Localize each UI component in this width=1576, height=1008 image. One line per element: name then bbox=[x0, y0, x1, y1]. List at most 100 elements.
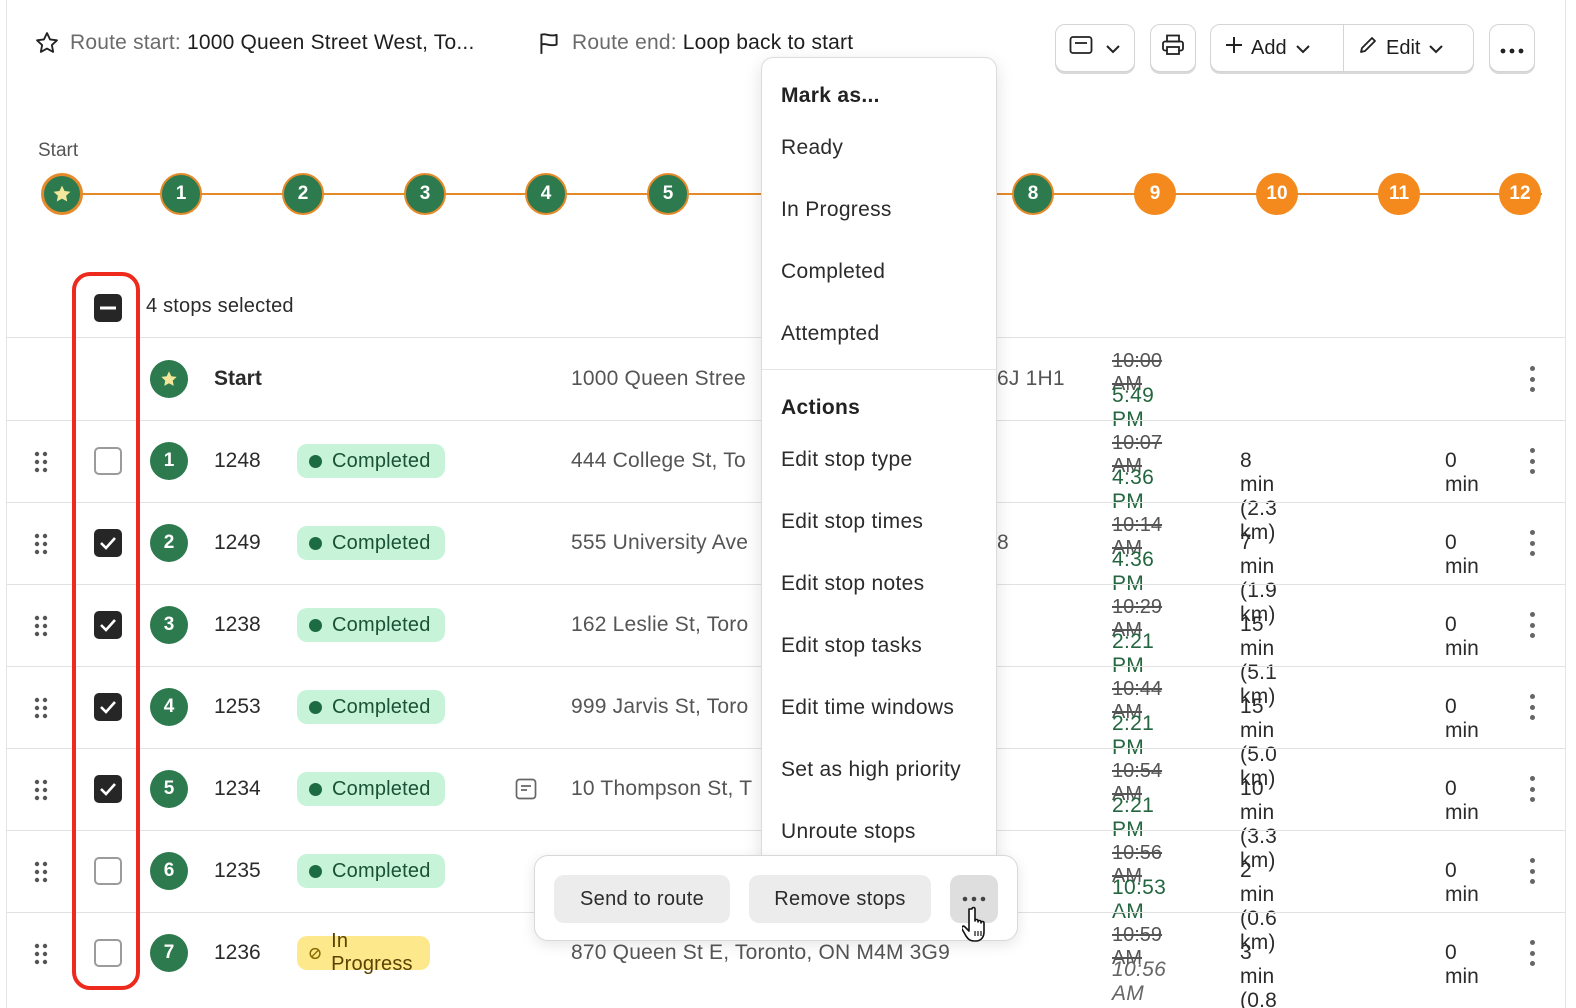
stepper-start-node[interactable] bbox=[41, 173, 83, 215]
route-end-label: Route end: bbox=[572, 31, 677, 54]
stepper-node[interactable]: 8 bbox=[1012, 173, 1054, 215]
drag-handle-icon[interactable] bbox=[34, 697, 48, 719]
print-button[interactable] bbox=[1150, 24, 1196, 72]
edit-button[interactable]: Edit bbox=[1344, 25, 1458, 71]
stop-number: 2 bbox=[150, 524, 188, 562]
mark-ready[interactable]: Ready bbox=[781, 136, 843, 160]
select-all-checkbox[interactable] bbox=[94, 294, 122, 322]
actual-time: 2:21 PM bbox=[1112, 794, 1155, 841]
drag-handle-icon[interactable] bbox=[34, 861, 48, 883]
row-menu-icon[interactable] bbox=[1524, 694, 1540, 720]
edit-stop-notes[interactable]: Edit stop notes bbox=[781, 572, 924, 596]
check-icon bbox=[100, 701, 116, 714]
more-options-button[interactable] bbox=[1489, 24, 1535, 72]
stop-id: 1234 bbox=[214, 777, 261, 800]
more-horizontal-icon bbox=[962, 896, 986, 902]
stepper-node[interactable]: 12 bbox=[1499, 173, 1541, 215]
mark-as-heading: Mark as... bbox=[781, 84, 880, 107]
drag-handle-icon[interactable] bbox=[34, 779, 48, 801]
edit-time-windows[interactable]: Edit time windows bbox=[781, 696, 954, 720]
selection-count: 4 stops selected bbox=[146, 295, 294, 317]
service-time: 0 min bbox=[1445, 859, 1479, 906]
status-label: In Progress bbox=[331, 930, 413, 975]
row-checkbox[interactable] bbox=[94, 775, 122, 803]
remove-stops-button[interactable]: Remove stops bbox=[749, 875, 931, 923]
mail-icon bbox=[1069, 35, 1093, 61]
mark-completed[interactable]: Completed bbox=[781, 260, 885, 284]
stop-number: 5 bbox=[150, 770, 188, 808]
drag-handle-icon[interactable] bbox=[34, 615, 48, 637]
stepper-node[interactable]: 11 bbox=[1378, 173, 1420, 215]
row-checkbox[interactable] bbox=[94, 857, 122, 885]
row-menu-icon[interactable] bbox=[1524, 530, 1540, 556]
stop-address-tail: 8 bbox=[997, 531, 1009, 554]
status-dot-icon bbox=[309, 536, 322, 550]
row-menu-icon[interactable] bbox=[1524, 858, 1540, 884]
chevron-down-icon bbox=[1105, 37, 1121, 60]
unroute-stops[interactable]: Unroute stops bbox=[781, 820, 916, 844]
message-button[interactable] bbox=[1055, 24, 1135, 72]
actual-time: 5:49 PM bbox=[1112, 384, 1155, 431]
check-icon bbox=[100, 537, 116, 550]
service-time: 0 min bbox=[1445, 449, 1479, 496]
edit-stop-type[interactable]: Edit stop type bbox=[781, 448, 912, 472]
stop-id: 1236 bbox=[214, 941, 261, 964]
service-time: 0 min bbox=[1445, 613, 1479, 660]
stepper-node[interactable]: 9 bbox=[1134, 173, 1176, 215]
status-badge: Completed bbox=[297, 854, 445, 888]
service-time: 0 min bbox=[1445, 777, 1479, 824]
edit-stop-times[interactable]: Edit stop times bbox=[781, 510, 923, 534]
mark-in-progress[interactable]: In Progress bbox=[781, 198, 892, 222]
stop-id: 1248 bbox=[214, 449, 261, 472]
route-start[interactable]: Route start: 1000 Queen Street West, To.… bbox=[34, 26, 474, 60]
stepper-node[interactable]: 2 bbox=[282, 173, 324, 215]
row-checkbox[interactable] bbox=[94, 693, 122, 721]
stop-address: 10 Thompson St, T bbox=[571, 777, 753, 800]
send-to-route-button[interactable]: Send to route bbox=[554, 875, 730, 923]
status-label: Completed bbox=[332, 695, 431, 718]
row-menu-icon[interactable] bbox=[1524, 940, 1540, 966]
status-badge: Completed bbox=[297, 444, 445, 478]
add-edit-group: Add Edit bbox=[1210, 24, 1474, 72]
row-checkbox[interactable] bbox=[94, 939, 122, 967]
mark-attempted[interactable]: Attempted bbox=[781, 322, 879, 346]
stepper-node[interactable]: 3 bbox=[404, 173, 446, 215]
stop-id: 1235 bbox=[214, 859, 261, 882]
start-marker bbox=[150, 360, 188, 398]
stepper-node[interactable]: 4 bbox=[525, 173, 567, 215]
chevron-down-icon bbox=[1428, 37, 1444, 60]
status-label: Completed bbox=[332, 449, 431, 472]
row-menu-icon[interactable] bbox=[1524, 448, 1540, 474]
note-icon[interactable] bbox=[514, 777, 538, 806]
edit-button-label: Edit bbox=[1386, 36, 1421, 59]
plus-icon bbox=[1225, 36, 1243, 60]
row-menu-icon[interactable] bbox=[1524, 366, 1540, 392]
set-high-priority[interactable]: Set as high priority bbox=[781, 758, 961, 782]
add-button-label: Add bbox=[1251, 36, 1287, 59]
status-label: Completed bbox=[332, 531, 431, 554]
edit-stop-tasks[interactable]: Edit stop tasks bbox=[781, 634, 922, 658]
status-badge: Completed bbox=[297, 772, 445, 806]
row-menu-icon[interactable] bbox=[1524, 612, 1540, 638]
route-end[interactable]: Route end: Loop back to start bbox=[536, 26, 853, 60]
hand-cursor-icon bbox=[960, 905, 996, 950]
actual-time: 10:53 AM bbox=[1112, 876, 1167, 923]
actual-time: 2:21 PM bbox=[1112, 712, 1155, 759]
stop-id: 1238 bbox=[214, 613, 261, 636]
row-checkbox[interactable] bbox=[94, 447, 122, 475]
stop-id: Start bbox=[214, 367, 262, 390]
stepper-node[interactable]: 10 bbox=[1256, 173, 1298, 215]
row-checkbox[interactable] bbox=[94, 529, 122, 557]
add-button[interactable]: Add bbox=[1211, 25, 1343, 71]
drag-handle-icon[interactable] bbox=[34, 943, 48, 965]
stepper-node[interactable]: 5 bbox=[647, 173, 689, 215]
row-menu-icon[interactable] bbox=[1524, 776, 1540, 802]
row-checkbox[interactable] bbox=[94, 611, 122, 639]
drag-handle-icon[interactable] bbox=[34, 533, 48, 555]
drag-handle-icon[interactable] bbox=[34, 451, 48, 473]
stop-address: 444 College St, To bbox=[571, 449, 746, 472]
stop-id: 1249 bbox=[214, 531, 261, 554]
check-icon bbox=[100, 783, 116, 796]
status-dot-icon bbox=[309, 864, 322, 878]
stepper-node[interactable]: 1 bbox=[160, 173, 202, 215]
